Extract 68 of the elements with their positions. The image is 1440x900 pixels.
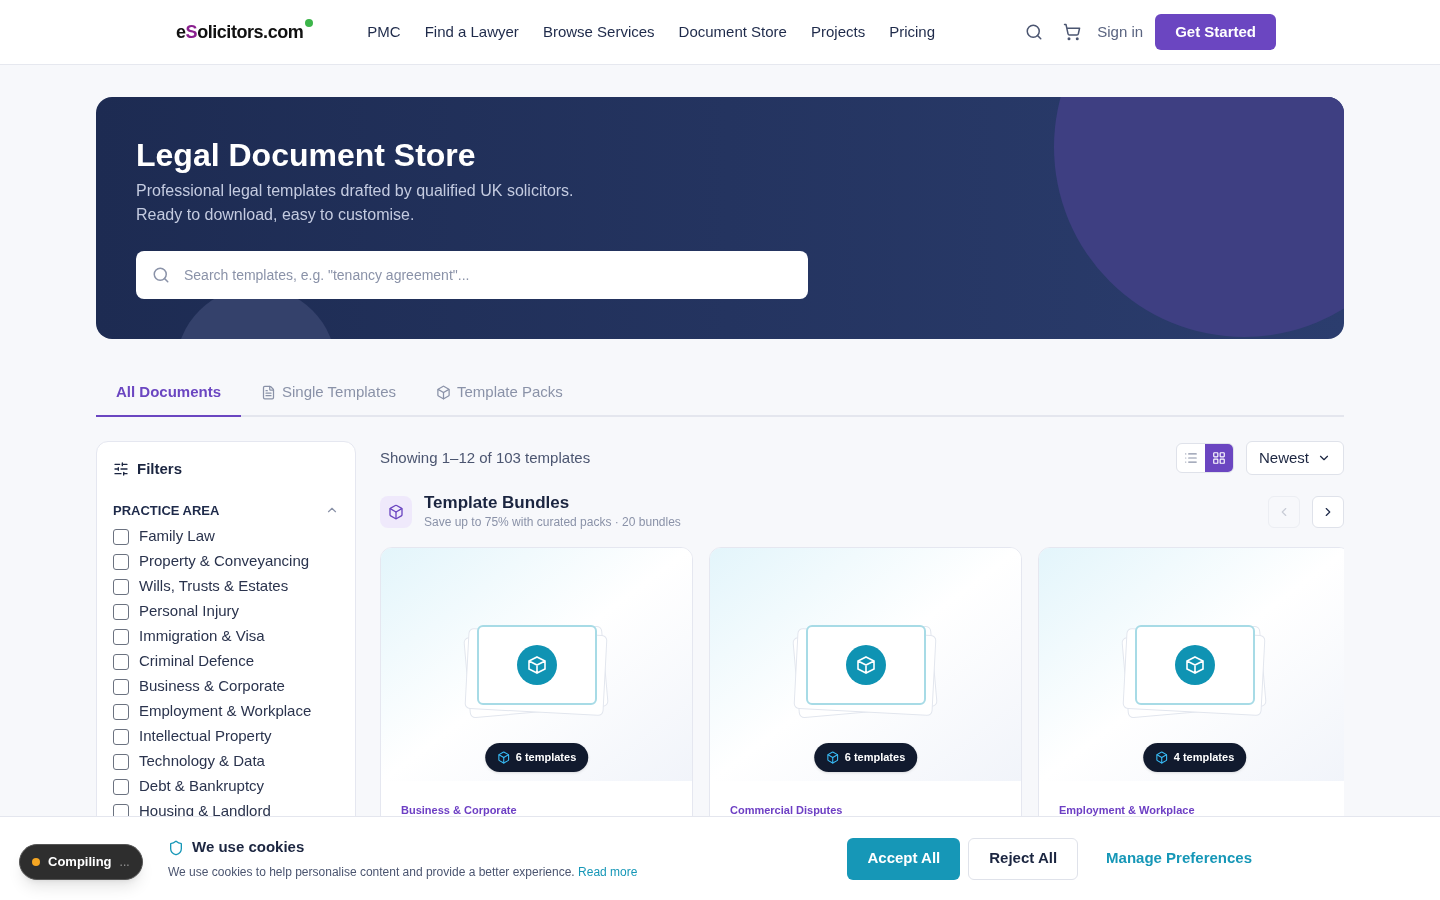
section-subtitle: Save up to 75% with curated packs · 20 bundles <box>424 514 681 531</box>
checkbox[interactable] <box>113 728 129 745</box>
card-category: Commercial Disputes <box>730 804 843 816</box>
cube-icon <box>436 384 451 400</box>
nav-link[interactable]: Pricing <box>889 20 935 44</box>
checkbox[interactable] <box>113 753 129 770</box>
checkbox-label: Employment & Workplace <box>139 701 312 722</box>
checkbox[interactable] <box>113 778 129 795</box>
results-count: Showing 1–12 of 103 templates <box>380 447 591 468</box>
cube-icon <box>1154 751 1168 764</box>
filter-icon <box>113 461 129 478</box>
checkbox[interactable] <box>113 553 129 570</box>
search-icon <box>152 266 170 284</box>
read-more-link[interactable]: Read more <box>578 864 638 879</box>
cookie-text: We use cookies to help personalise content and provide a better experience. Read more <box>168 863 638 881</box>
cube-icon <box>825 751 839 764</box>
status-label: Compiling <box>48 853 112 872</box>
section-title: Template Bundles <box>424 493 571 513</box>
checkbox[interactable] <box>113 653 129 670</box>
checkbox-label: Criminal Defence <box>139 651 255 672</box>
checkbox-label: Personal Injury <box>139 601 240 622</box>
grid-view-button[interactable] <box>1204 444 1233 472</box>
checkbox[interactable] <box>113 703 129 720</box>
sort-dropdown[interactable]: Newest <box>1245 441 1344 475</box>
grid-icon <box>1211 451 1226 465</box>
nav-link[interactable]: Find a Lawyer <box>424 20 519 44</box>
nav-link[interactable]: Projects <box>810 20 866 44</box>
cookie-title: We use cookies <box>192 837 305 858</box>
checkbox-label: Family Law <box>139 526 215 547</box>
loading-dots: ... <box>119 854 130 871</box>
checkbox[interactable] <box>113 628 129 645</box>
cart-icon[interactable] <box>1063 23 1082 41</box>
checkbox[interactable] <box>113 528 129 545</box>
template-search-field[interactable]: Search templates, e.g. "tenancy agreement"... <box>136 251 808 299</box>
nav-link[interactable]: Browse Services <box>542 20 655 44</box>
checkbox-label: Technology & Data <box>139 751 265 772</box>
logo[interactable]: eSolicitors.com <box>176 18 304 46</box>
search-icon[interactable] <box>1025 23 1044 41</box>
card-category: Employment & Workplace <box>1059 804 1195 816</box>
nav-link[interactable]: Document Store <box>678 20 787 44</box>
template-count: 6 templates <box>515 750 577 766</box>
shield-icon <box>168 839 184 856</box>
nav-link[interactable]: PMC <box>367 20 401 44</box>
sign-in-link[interactable]: Sign in <box>1097 20 1144 44</box>
hero-title: Legal Document Store <box>136 136 477 175</box>
checkbox[interactable] <box>113 603 129 620</box>
checkbox[interactable] <box>113 678 129 695</box>
card-category: Business & Corporate <box>401 804 517 816</box>
checkbox-label: Wills, Trusts & Estates <box>139 576 289 597</box>
filters-title: Filters <box>137 459 182 479</box>
checkbox-label: Property & Conveyancing <box>139 551 310 572</box>
checkbox-label: Housing & Landlord <box>139 801 271 822</box>
template-count: 6 templates <box>844 750 906 766</box>
checkbox-label: Business & Corporate <box>139 676 285 697</box>
list-icon <box>1183 451 1198 465</box>
checkbox-label: Immigration & Visa <box>139 626 265 647</box>
cube-icon <box>496 751 510 764</box>
checkbox[interactable] <box>113 578 129 595</box>
bundle-icon <box>380 496 412 528</box>
reject-all-button[interactable]: Reject All <box>968 837 1079 880</box>
checkbox-label: Intellectual Property <box>139 726 272 747</box>
checkbox-label: Debt & Bankruptcy <box>139 776 265 797</box>
tab[interactable]: All Documents <box>96 369 241 417</box>
template-count: 4 templates <box>1173 750 1235 766</box>
hero-subtitle: Professional legal templates drafted by qualified UK solicitors. Ready to download, easy to customise. <box>136 181 575 225</box>
document-icon <box>261 384 276 400</box>
section-heading: PRACTICE AREA <box>113 501 220 520</box>
get-started-button[interactable]: Get Started <box>1155 14 1276 50</box>
